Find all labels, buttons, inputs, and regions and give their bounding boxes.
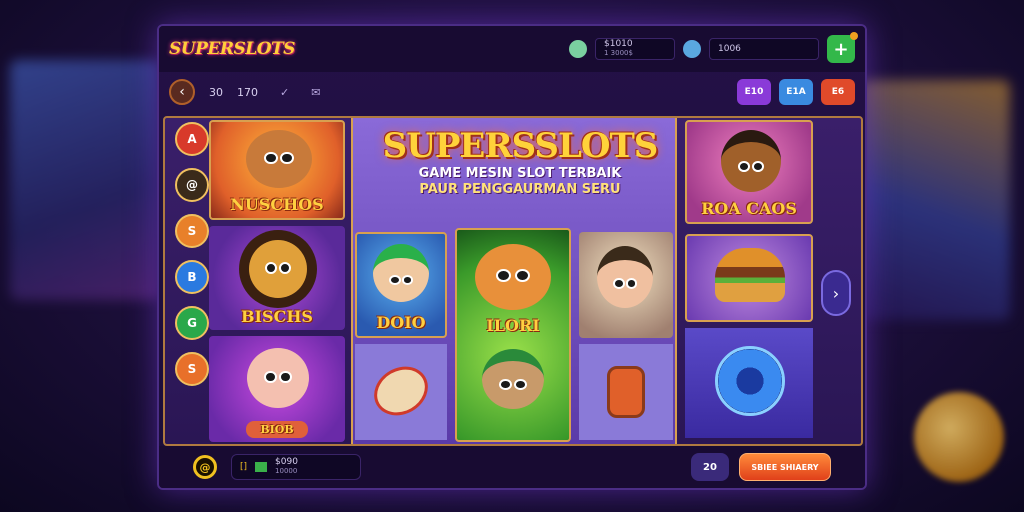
top-bar: SUPERSLOTS $1010 1 3000$ 1006 + [159,26,865,72]
play-now-button[interactable]: SBIEE SHIAERY [739,453,831,481]
add-funds-button[interactable]: + [827,32,858,63]
game-card-cat[interactable]: ILORI [455,228,571,442]
bottle-symbol-icon [607,366,645,418]
burger-symbol-icon [715,248,785,302]
background-coin [914,392,1004,482]
leprechaun-face-icon [482,349,544,409]
game-title: ROA CAOS [701,199,797,218]
game-card-lion-top[interactable]: NUSCHOS [209,120,345,220]
category-icon-6[interactable]: S [175,352,209,386]
balance-display[interactable]: $1010 1 3000$ [595,38,675,60]
category-icon-3[interactable]: S [175,214,209,248]
coin-icon[interactable]: @ [193,455,217,479]
secondary-value: 1006 [718,44,741,54]
poker-chip-icon [715,346,785,416]
category-icon-5[interactable]: G [175,306,209,340]
girl-face-icon [721,130,781,192]
game-card-lion-mid[interactable]: BISCHS [209,226,345,330]
category-icon-1[interactable]: A [175,122,209,156]
cat-face-icon [475,244,551,310]
secondary-balance[interactable]: 1006 [709,38,819,60]
nav-count-a: 30 [209,85,223,99]
next-page-button[interactable]: › [821,270,851,316]
symbol-slot-chip[interactable] [685,328,813,438]
bottom-bar: @ [] $090 10000 20 SBIEE SHIAERY [159,446,865,488]
back-button[interactable]: ‹ [169,79,195,105]
message-icon[interactable]: ✉ [311,86,320,99]
check-icon[interactable]: ✓ [280,86,289,99]
top-bar-right: $1010 1 3000$ 1006 + [569,32,858,63]
nav-buttons: E10 E1A E6 [737,79,855,105]
bone-symbol-icon [365,357,437,425]
hero-banner: SUPERSSLOTS GAME MESIN SLOT TERBAIK PAUR… [375,126,665,199]
nav-button-b[interactable]: E1A [779,79,813,105]
game-card-boy[interactable]: DOIO [355,232,447,338]
pig-face-icon [247,348,309,408]
cash-icon [255,462,268,472]
symbol-slot-1[interactable] [355,344,447,440]
game-lobby-panel: A @ S B G S NUSCHOS BISCHS BIOB SUPERSSL… [163,116,863,446]
symbol-slot-burger[interactable] [685,234,813,322]
nav-button-a[interactable]: E10 [737,79,771,105]
bottom-balance[interactable]: [] $090 10000 [231,454,361,480]
background-blur-left [10,60,160,300]
boy-face-icon [373,244,429,302]
game-title: DOIO [376,313,426,332]
wallet-icon [683,40,701,58]
balance-sub: 1 3000$ [604,49,633,58]
game-title: BISCHS [241,307,313,326]
game-card-girl-mid[interactable] [579,232,673,338]
game-title: BIOB [246,421,308,438]
hero-subtitle-1: GAME MESIN SLOT TERBAIK [418,166,622,181]
nav-count-b: 170 [237,85,258,99]
game-card-pig[interactable]: BIOB [209,336,345,442]
category-icon-4[interactable]: B [175,260,209,294]
symbol-slot-2[interactable] [579,344,673,440]
game-title: NUSCHOS [230,195,324,214]
game-card-girl-top[interactable]: ROA CAOS [685,120,813,224]
lion-face-icon [246,130,312,188]
game-window: SUPERSLOTS $1010 1 3000$ 1006 + ‹ 30 170… [157,24,867,490]
bottom-balance-sub: 10000 [275,467,298,476]
lion-mane-face-icon [249,240,307,298]
nav-button-c[interactable]: E6 [821,79,855,105]
bet-button[interactable]: 20 [691,453,729,481]
game-title: ILORI [486,316,540,335]
hero-subtitle-2: PAUR PENGGAURMAN SERU [419,182,621,198]
bottom-actions: 20 SBIEE SHIAERY [691,453,831,481]
nav-row: ‹ 30 170 ✓ ✉ E10 E1A E6 [159,74,865,110]
notification-dot [850,32,858,40]
gem-icon [569,40,587,58]
background-blur-right [860,80,1010,320]
hero-title: SUPERSSLOTS [382,126,659,166]
app-logo: SUPERSLOTS [169,39,295,59]
box-icon: [] [240,462,248,472]
girl-face-icon [597,246,653,308]
category-sidebar: A @ S B G S [175,122,209,386]
category-icon-2[interactable]: @ [175,168,209,202]
